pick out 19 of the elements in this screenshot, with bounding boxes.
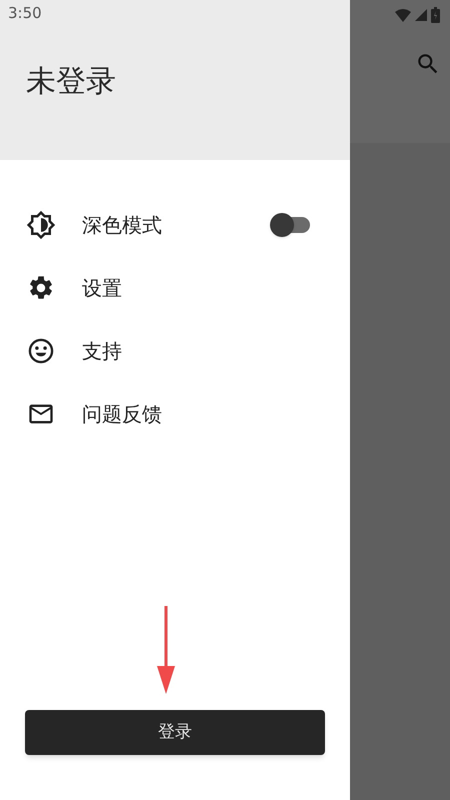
menu-label: 支持 [82, 338, 123, 364]
menu-item[interactable]: 深色模式 [0, 193, 350, 256]
menu-item[interactable]: 设置 [0, 256, 350, 319]
login-button[interactable]: 登录 [25, 710, 325, 755]
menu-item[interactable]: 支持 [0, 319, 350, 382]
signal-icon [415, 9, 427, 21]
status-time: 3:50 [8, 6, 42, 21]
battery-icon [431, 7, 440, 23]
drawer-title: 未登录 [26, 67, 116, 97]
wifi-icon [395, 8, 411, 22]
toggle-switch[interactable] [270, 212, 312, 236]
brightness-icon [26, 210, 56, 240]
smiley-icon [27, 336, 55, 364]
menu-label: 深色模式 [82, 212, 163, 238]
gear-icon [27, 274, 55, 302]
menu-label: 设置 [82, 274, 123, 302]
menu-label: 问题反馈 [82, 400, 163, 428]
arrow-icon [156, 606, 176, 694]
menu-item[interactable]: 问题反馈 [0, 382, 350, 445]
